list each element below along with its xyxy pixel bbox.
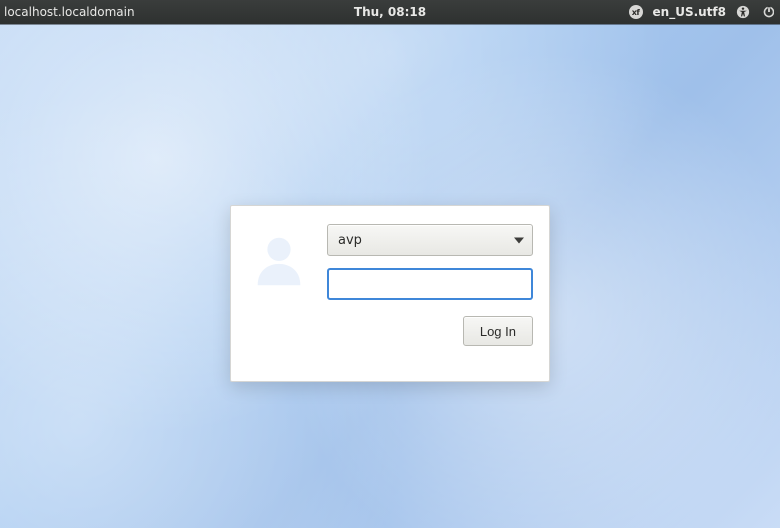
power-icon[interactable] [760, 5, 774, 19]
login-fields: avp [327, 224, 533, 300]
session-chooser-icon[interactable]: xf [629, 5, 643, 19]
accessibility-icon[interactable] [736, 5, 750, 19]
login-dialog: avp Log In [230, 205, 550, 382]
user-select[interactable]: avp [327, 224, 533, 256]
password-input[interactable] [327, 268, 533, 300]
user-select-value: avp [338, 233, 362, 248]
login-button[interactable]: Log In [463, 316, 533, 346]
user-avatar-icon [247, 228, 311, 292]
top-panel: localhost.localdomain Thu, 08:18 xf en_U… [0, 0, 780, 24]
chevron-down-icon [514, 233, 524, 248]
keyboard-layout-indicator[interactable]: en_US.utf8 [653, 5, 726, 19]
clock-label: Thu, 08:18 [354, 5, 426, 19]
hostname-label: localhost.localdomain [2, 5, 135, 19]
login-top-row: avp [247, 224, 533, 300]
login-screen: localhost.localdomain Thu, 08:18 xf en_U… [0, 0, 780, 528]
login-actions: Log In [247, 316, 533, 346]
top-panel-tray: xf en_US.utf8 [629, 5, 774, 19]
